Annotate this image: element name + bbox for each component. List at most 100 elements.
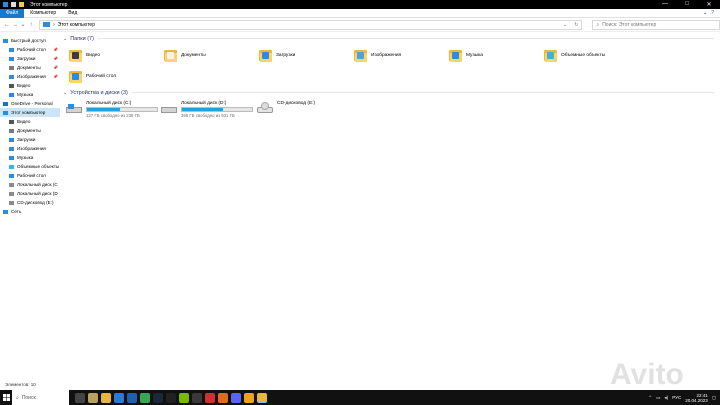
record-icon[interactable] [205,392,215,403]
discord-icon[interactable] [231,392,241,403]
refresh-icon[interactable]: ↻ [574,22,578,28]
sidebar-item-label: Быстрый доступ [11,38,46,43]
messenger-icon[interactable] [218,392,228,403]
documents-icon [9,65,14,70]
terminal-icon[interactable] [166,392,176,403]
new-folder-icon[interactable] [19,2,24,7]
sidebar-item[interactable]: Документы 📌 [0,63,60,72]
sidebar-item[interactable]: Локальный диск (D [0,189,60,198]
explorer-icon[interactable] [101,392,111,403]
help-icon[interactable]: ? [711,10,714,16]
sidebar-item[interactable]: Локальный диск (C [0,180,60,189]
back-arrow-icon[interactable]: ← [3,22,11,28]
sidebar-item[interactable]: Объемные объекты [0,162,60,171]
folder-label: Объемные объекты [561,52,606,58]
taskbar-search[interactable]: ⌕ Поиск [12,390,69,405]
pin-icon: 📌 [53,65,58,70]
folder-item[interactable]: Изображения [354,48,401,62]
chevron-down-icon[interactable]: ⌄ [563,22,567,28]
sidebar-item[interactable]: Сеть [0,207,60,216]
folder-item[interactable]: Загрузки [259,48,295,62]
sidebar-item[interactable]: Рабочий стол 📌 [0,45,60,54]
windows-drive-icon [66,104,82,114]
sidebar-item[interactable]: Музыка [0,153,60,162]
forward-arrow-icon[interactable]: → [11,22,19,28]
address-path-text: Этот компьютер [57,21,95,28]
start-button[interactable] [0,390,12,405]
notifications-icon[interactable]: ▢ [712,395,716,401]
sidebar-item[interactable]: Документы [0,126,60,135]
language-indicator[interactable]: РУС [672,395,681,400]
drive-free-space: 127 ГБ свободно из 238 ГБ [86,113,140,118]
drive-icon [9,191,14,196]
folder-item[interactable]: Рабочий стол [69,69,116,83]
sidebar-item[interactable]: OneDrive - Personal [0,99,60,108]
sidebar-item[interactable]: Видео [0,117,60,126]
address-path[interactable]: › Этот компьютер ⌄ ↻ [38,19,583,30]
tab-file[interactable]: Файл [0,8,25,18]
sidebar-item[interactable]: Загрузки [0,135,60,144]
mail-icon[interactable] [114,392,124,403]
drives-grid: Локальный диск (C:) 127 ГБ свободно из 23… [61,97,720,127]
explorer-active-icon[interactable] [257,392,267,403]
pin-icon: 📌 [53,56,58,61]
up-arrow-icon[interactable]: ↑ [27,22,35,28]
drive-item[interactable]: Локальный диск (D:) 395 ГБ свободно из 93… [161,101,253,118]
folder-item[interactable]: Документы [164,48,206,62]
volume-icon[interactable]: ◂) [664,395,668,401]
folder-item[interactable]: Объемные объекты [544,48,605,62]
sidebar-item-label: Изображения [17,146,46,151]
download-icon [9,56,14,61]
folder-item[interactable]: Видео [69,48,100,62]
maximize-button[interactable]: □ [676,1,698,8]
folders-group-header[interactable]: ⌄ Папки (7) [63,34,720,43]
show-hidden-icons-icon[interactable]: ⌃ [648,395,652,401]
app-icon[interactable] [192,392,202,403]
task-view-icon[interactable] [75,392,85,403]
steam-icon[interactable] [153,392,163,403]
tab-view[interactable]: Вид [62,9,83,18]
computer-icon [42,22,50,27]
clock[interactable]: 22:41 20.04.2023 [685,393,708,403]
folder-label: Музыка [466,52,483,58]
drive-item[interactable]: Локальный диск (C:) 127 ГБ свободно из 23… [66,101,158,118]
sidebar-item[interactable]: Этот компьютер [0,108,60,117]
minimize-button[interactable]: — [654,1,676,8]
sidebar-item[interactable]: Загрузки 📌 [0,54,60,63]
nvidia-icon[interactable] [179,392,189,403]
sidebar-item[interactable]: CD-дисковод (E:) [0,198,60,207]
taskbar-search-placeholder: Поиск [21,394,36,401]
chevron-down-icon[interactable]: ⌄ [63,90,67,96]
drive-item[interactable]: CD-дисковод (E:) [257,101,315,114]
chevron-down-icon[interactable]: ⌄ [703,10,707,16]
tab-computer[interactable]: Компьютер [24,9,62,18]
game-app-icon[interactable] [88,392,98,403]
recent-locations-icon[interactable]: ⌄ [19,21,27,28]
drive-free-space: 395 ГБ свободно из 931 ГБ [181,113,235,118]
folder-item[interactable]: Музыка [449,48,483,62]
pictures-icon [9,146,14,151]
sidebar-item[interactable]: Изображения 📌 [0,72,60,81]
properties-icon[interactable] [11,2,16,7]
sidebar-item[interactable]: Изображения [0,144,60,153]
ribbon-tabs: Файл Компьютер Вид ⌄ ? [0,8,720,18]
drive-label: Локальный диск (C:) [86,101,132,106]
sidebar-item[interactable]: Музыка [0,90,60,99]
close-button[interactable]: ✕ [698,1,720,8]
3d-objects-icon [9,164,14,169]
app-orange-icon[interactable] [244,392,254,403]
network-icon[interactable]: ▭ [656,395,660,401]
folder-label: Видео [86,52,101,58]
folder-icon [3,2,8,7]
chrome-icon[interactable] [140,392,150,403]
taskbar: ⌕ Поиск ⌃ ▭ ◂) РУС 22:41 20.04.2023 ▢ [0,390,720,405]
drives-group-header[interactable]: ⌄ Устройства и диски (3) [63,88,720,97]
video-icon [9,119,14,124]
chevron-down-icon[interactable]: ⌄ [63,36,67,42]
store-icon[interactable] [127,392,137,403]
search-input[interactable]: ⌕ Поиск: Этот компьютер [592,19,720,30]
sidebar-item[interactable]: Быстрый доступ [0,36,60,45]
sidebar-item[interactable]: Рабочий стол [0,171,60,180]
sidebar-item[interactable]: Видео [0,81,60,90]
sidebar-item-label: Рабочий стол [17,173,46,178]
